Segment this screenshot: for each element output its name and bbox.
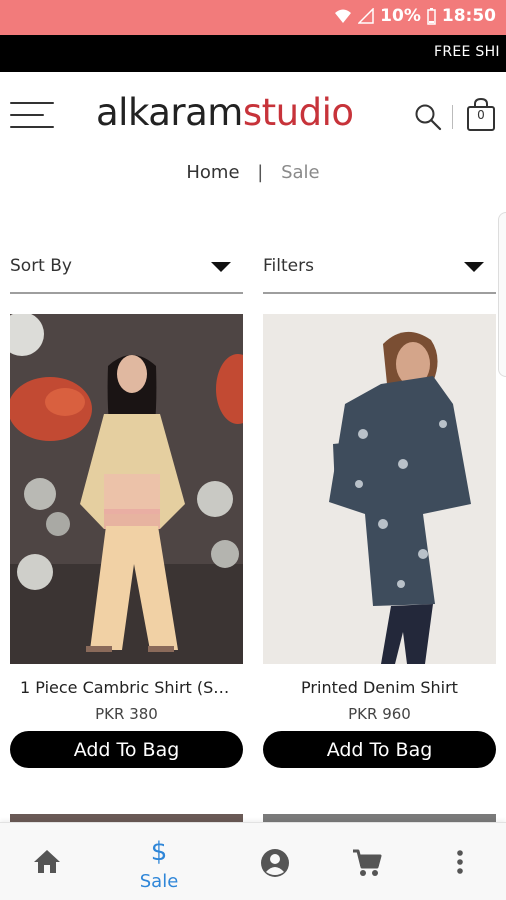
battery-icon bbox=[427, 7, 436, 25]
brand-logo[interactable]: alkaramstudio bbox=[96, 88, 354, 138]
product-name[interactable]: 1 Piece Cambric Shirt (Sold.. bbox=[10, 678, 243, 697]
caret-down-icon bbox=[211, 262, 231, 272]
breadcrumb-current: Sale bbox=[281, 162, 320, 183]
app-header: alkaramstudio 0 bbox=[0, 72, 506, 158]
promo-banner[interactable]: FREE SHI bbox=[0, 35, 506, 72]
product-price: PKR 380 bbox=[95, 705, 158, 723]
cart-icon bbox=[353, 849, 382, 876]
side-drawer-handle[interactable] bbox=[498, 212, 506, 377]
battery-text: 10% bbox=[380, 6, 421, 26]
status-bar: 10% 18:50 bbox=[0, 0, 506, 35]
more-vertical-icon bbox=[457, 850, 463, 874]
wifi-icon bbox=[334, 8, 352, 24]
nav-cart[interactable] bbox=[321, 823, 411, 900]
product-card[interactable]: 1 Piece Cambric Shirt (Sold.. PKR 380 Ad… bbox=[10, 314, 243, 768]
breadcrumb: Home | Sale bbox=[0, 162, 506, 183]
status-indicators: 10% 18:50 bbox=[334, 6, 496, 26]
dollar-icon: $ bbox=[150, 837, 168, 867]
caret-down-icon bbox=[464, 262, 484, 272]
product-price: PKR 960 bbox=[348, 705, 411, 723]
add-to-bag-button[interactable]: Add To Bag bbox=[263, 731, 496, 768]
nav-account[interactable] bbox=[229, 823, 319, 900]
account-icon bbox=[261, 849, 289, 877]
sort-by-label: Sort By bbox=[10, 256, 72, 276]
search-icon[interactable] bbox=[414, 103, 442, 131]
nav-sale[interactable]: $ Sale bbox=[114, 823, 204, 900]
home-icon bbox=[34, 850, 60, 873]
product-image[interactable] bbox=[10, 314, 243, 664]
shopping-bag-icon[interactable]: 0 bbox=[466, 97, 496, 132]
product-image[interactable] bbox=[263, 314, 496, 664]
filters-dropdown[interactable]: Filters bbox=[263, 244, 496, 294]
promo-text: FREE SHI bbox=[434, 44, 500, 60]
hamburger-menu-icon[interactable] bbox=[10, 102, 54, 130]
signal-icon bbox=[358, 8, 374, 24]
nav-sale-label: Sale bbox=[139, 871, 179, 892]
clock: 18:50 bbox=[441, 6, 496, 26]
bag-count-badge: 0 bbox=[477, 108, 485, 122]
breadcrumb-separator: | bbox=[257, 162, 264, 183]
nav-home[interactable] bbox=[2, 823, 92, 900]
add-to-bag-button[interactable]: Add To Bag bbox=[10, 731, 243, 768]
logo-text-primary: alkaram bbox=[96, 91, 243, 134]
filters-label: Filters bbox=[263, 256, 314, 276]
product-name[interactable]: Printed Denim Shirt bbox=[263, 678, 496, 697]
logo-text-accent: studio bbox=[242, 91, 354, 134]
bottom-navigation: $ Sale bbox=[0, 822, 506, 900]
nav-more[interactable] bbox=[414, 823, 504, 900]
sort-by-dropdown[interactable]: Sort By bbox=[10, 244, 243, 294]
product-card[interactable]: Printed Denim Shirt PKR 960 Add To Bag bbox=[263, 314, 496, 768]
header-divider bbox=[452, 105, 453, 129]
breadcrumb-home-link[interactable]: Home bbox=[186, 162, 239, 183]
